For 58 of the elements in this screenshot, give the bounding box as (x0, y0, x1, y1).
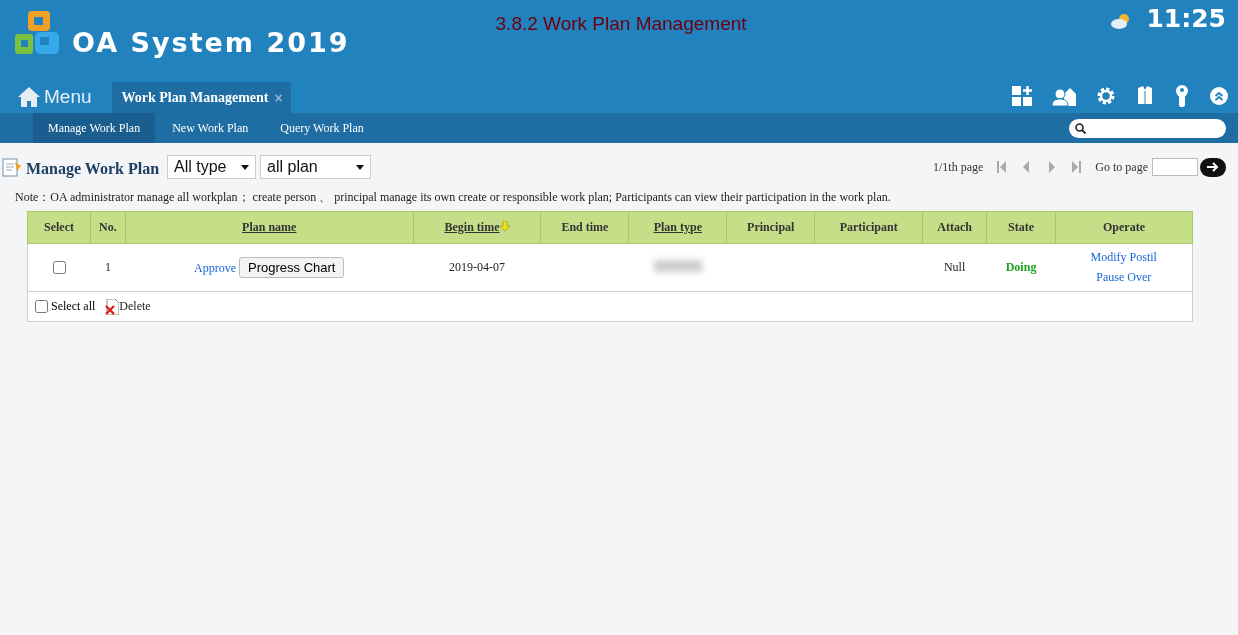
menu-button[interactable]: Menu (18, 86, 92, 113)
table-cell: Null (922, 243, 987, 292)
subnav-item[interactable]: New Work Plan (157, 113, 264, 143)
column-header: End time (540, 211, 629, 244)
progress-chart-button[interactable]: Progress Chart (239, 257, 345, 278)
select-all-label: Select all (51, 299, 96, 314)
first-page-icon[interactable] (997, 161, 1007, 173)
last-page-icon[interactable] (1072, 161, 1082, 173)
state-text: Doing (1005, 260, 1037, 274)
go-button[interactable] (1200, 157, 1226, 177)
shirt-icon[interactable] (1136, 86, 1154, 106)
tab[interactable]: Work Plan Management × (111, 82, 291, 113)
column-header: Attach (922, 211, 987, 244)
arrow-icon (1207, 162, 1219, 172)
delete-link[interactable]: Delete (105, 298, 151, 315)
column-header[interactable]: Plan name (125, 211, 414, 244)
filter-dropdown[interactable]: all plan (260, 155, 372, 179)
column-header[interactable]: Begin time (413, 211, 541, 244)
column-header[interactable]: Plan type (628, 211, 727, 244)
blurred-text (653, 259, 702, 272)
column-header: No. (90, 211, 126, 244)
page-title: 3.8.2 Work Plan Management (495, 13, 747, 35)
note-text: Note：OA administrator manage all workplan； create person 、 principal manage its own create or responsible work plan; Participants can view their participation in the work plan. (14, 189, 892, 206)
add-grid-icon[interactable] (1012, 86, 1032, 106)
subnav-item[interactable]: Manage Work Plan (33, 113, 156, 143)
column-header: Select (27, 211, 91, 244)
clock: 11:25 (1146, 4, 1226, 33)
app-name: OA System 2019 (72, 26, 350, 58)
page-input[interactable] (1152, 158, 1198, 176)
select-all-checkbox[interactable] (35, 300, 48, 313)
settings-icon[interactable] (1096, 86, 1116, 106)
home-icon (18, 87, 40, 107)
notepad-icon (2, 157, 22, 177)
column-header: Participant (814, 211, 923, 244)
search-field[interactable] (1069, 118, 1226, 138)
column-header: Principal (726, 211, 815, 244)
operation-link[interactable]: Modify Postil (1090, 250, 1157, 265)
collapse-icon[interactable] (1210, 87, 1228, 105)
page-info: 1/1th page (933, 159, 984, 175)
approve-link[interactable]: Approve (194, 261, 237, 275)
caret-icon (356, 164, 365, 170)
page-heading: Manage Work Plan (26, 160, 160, 178)
row-checkbox[interactable] (53, 260, 67, 274)
filter-dropdown[interactable]: All type (167, 155, 257, 179)
subnav-item[interactable]: Query Work Plan (265, 113, 379, 143)
sort-arrow-icon (499, 221, 510, 231)
table-cell: 2019-04-07 (413, 243, 541, 292)
search-icon (1075, 122, 1086, 134)
caret-icon (241, 164, 250, 170)
table-cell: 1 (90, 243, 126, 292)
user-home-icon[interactable] (1052, 86, 1076, 106)
column-header: State (986, 211, 1056, 244)
operation-link[interactable]: Pause Over (1096, 270, 1152, 285)
delete-icon (105, 298, 120, 315)
goto-label: Go to page (1095, 159, 1148, 175)
column-header: Operate (1055, 211, 1193, 244)
tab-label: Work Plan Management (121, 89, 269, 106)
key-icon[interactable] (1174, 85, 1190, 107)
